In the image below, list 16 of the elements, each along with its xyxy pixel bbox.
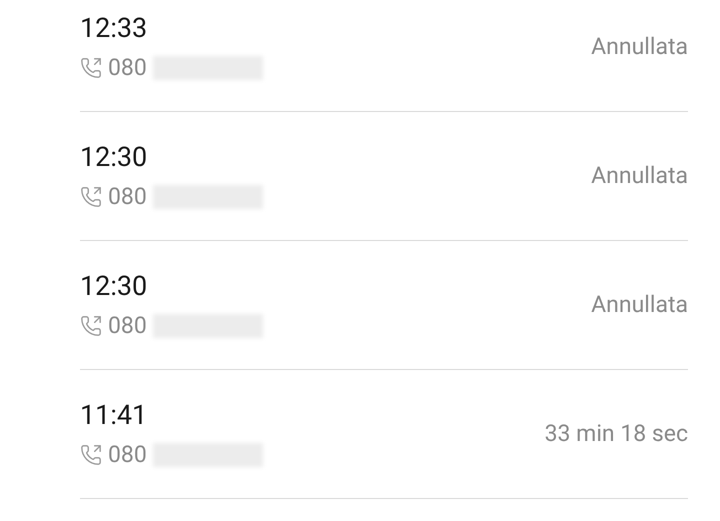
call-status: 33 min 18 sec: [544, 418, 688, 449]
outgoing-call-icon: [80, 444, 102, 466]
call-status: Annullata: [591, 32, 688, 62]
phone-number: 080: [108, 312, 147, 340]
phone-number: 080: [108, 183, 147, 211]
call-status: Annullata: [591, 290, 688, 320]
call-time: 12:33: [80, 12, 148, 44]
outgoing-call-icon: [80, 315, 102, 337]
phone-number: 080: [108, 54, 147, 82]
call-time: 12:30: [80, 141, 148, 173]
phone-number: 080: [108, 441, 147, 469]
outgoing-call-icon: [80, 57, 102, 79]
outgoing-call-icon: [80, 186, 102, 208]
call-time: 12:30: [80, 270, 148, 302]
call-status: Annullata: [591, 160, 688, 191]
call-time: 11:41: [80, 399, 148, 431]
